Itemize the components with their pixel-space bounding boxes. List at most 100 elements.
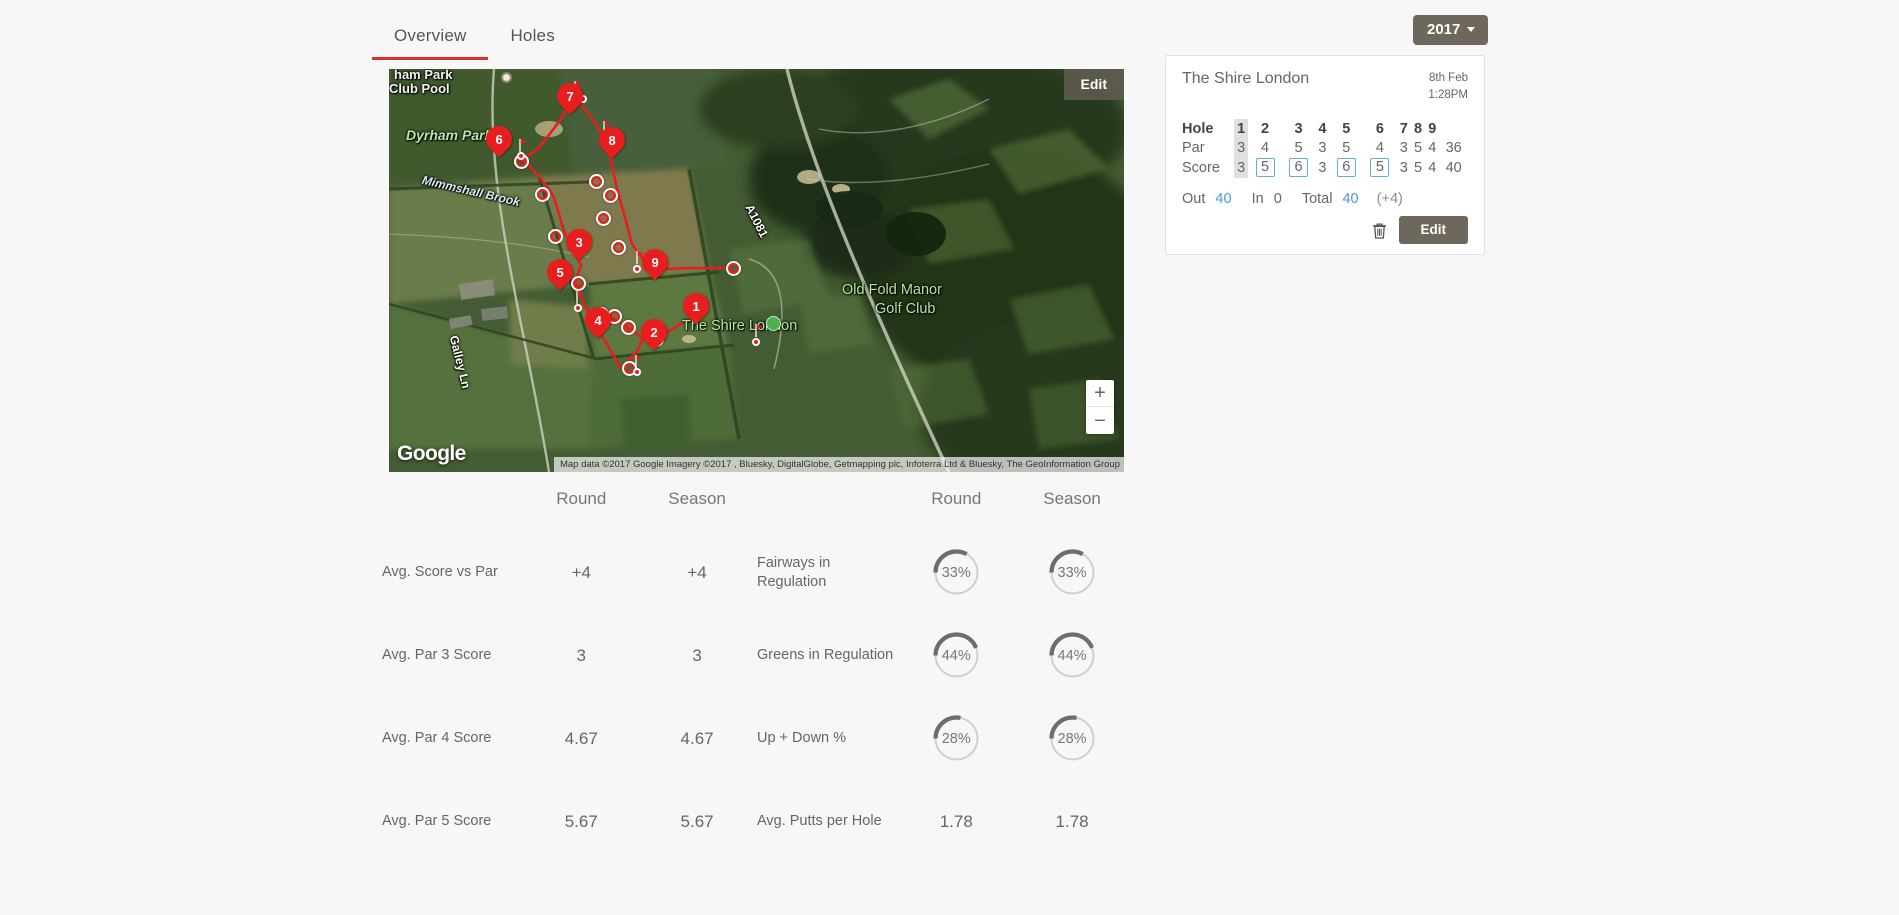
par-cell-4: 3 — [1318, 139, 1327, 156]
stat-label-up-and-down: Up + Down % — [756, 730, 847, 747]
hole-marker-label: 7 — [566, 88, 574, 104]
score-cell-6[interactable]: 5 — [1363, 157, 1397, 178]
out-label: Out — [1182, 191, 1206, 208]
hole-marker-label: 5 — [556, 264, 564, 280]
donut-chart: 28% — [933, 715, 980, 762]
stat-label-avg-par-4-score: Avg. Par 4 Score — [382, 730, 492, 747]
score-value: 5 — [1255, 158, 1275, 178]
stat-donut-up-down-round: 28% — [898, 697, 1014, 780]
scorecard-par-row: Par 3 4 5 3 5 4 3 5 4 36 — [1182, 138, 1468, 158]
hole-marker-label: 3 — [575, 234, 583, 250]
shot-marker[interactable] — [621, 320, 636, 335]
stats-header-season-left: Season — [668, 489, 726, 508]
scorecard-hole-label: Hole — [1182, 120, 1214, 137]
hole-header-9: 9 — [1428, 120, 1437, 137]
score-value: 6 — [1336, 158, 1356, 178]
map-zoom-controls: + − — [1086, 380, 1114, 434]
hole-header-total — [1439, 119, 1468, 138]
score-value: 5 — [1370, 158, 1390, 178]
score-cell-3[interactable]: 6 — [1282, 157, 1316, 178]
stats-header-season-right: Season — [1043, 489, 1101, 508]
shot-marker[interactable] — [726, 261, 741, 276]
score-value: 3 — [1399, 159, 1408, 176]
score-cell-2[interactable]: 5 — [1248, 157, 1282, 178]
stat-label-avg-par-3-score: Avg. Par 3 Score — [382, 647, 492, 664]
tab-holes[interactable]: Holes — [488, 22, 576, 60]
map-edit-label: Edit — [1080, 76, 1107, 92]
scorecard-date: 8th Feb — [1429, 72, 1468, 84]
vs-par-value: (+4) — [1376, 191, 1403, 208]
map-canvas[interactable]: ham Park Club Pool Dyrham Park Mimmshall… — [389, 69, 1124, 472]
map-edit-button[interactable]: Edit — [1063, 69, 1124, 100]
score-cell-9[interactable]: 4 — [1425, 157, 1439, 178]
map-attribution: Map data ©2017 Google Imagery ©2017 , Bl… — [553, 457, 1124, 472]
round-scorecard: The Shire London 8th Feb 1:28PM Hole 1 2… — [1165, 55, 1485, 255]
hole-marker-label: 6 — [495, 131, 503, 147]
stat-value-avg-par-4-season: 4.67 — [680, 728, 714, 748]
hole-header-3: 3 — [1294, 120, 1303, 137]
stats-header-row: Round Season Round Season — [380, 488, 1130, 531]
zoom-out-button[interactable]: − — [1086, 407, 1114, 434]
scorecard-time: 1:28PM — [1428, 88, 1468, 101]
donut-chart: 44% — [1048, 632, 1096, 679]
score-value: 6 — [1289, 158, 1309, 178]
stat-label-avg-score-vs-par: Avg. Score vs Par — [382, 564, 498, 581]
stats-header-blank-right — [755, 488, 898, 531]
stats-row: Avg. Par 3 Score 3 3 Greens in Regulatio… — [380, 614, 1130, 697]
year-selector[interactable]: 2017 — [1413, 15, 1489, 45]
shot-marker[interactable] — [571, 276, 586, 291]
in-value: 0 — [1273, 191, 1282, 208]
trash-icon[interactable] — [1372, 222, 1387, 239]
donut-label: 33% — [941, 564, 971, 581]
stat-label-greens-in-regulation: Greens in Regulation — [756, 647, 894, 664]
pin-dot[interactable] — [517, 152, 525, 160]
course-map[interactable]: ham Park Club Pool Dyrham Park Mimmshall… — [389, 69, 1124, 472]
shot-marker[interactable] — [535, 187, 550, 202]
shot-marker[interactable] — [611, 240, 626, 255]
stats-table: Round Season Round Season Avg. Score vs … — [380, 488, 1130, 863]
score-cell-7[interactable]: 3 — [1397, 157, 1411, 178]
score-cell-8[interactable]: 5 — [1411, 157, 1425, 178]
tab-overview[interactable]: Overview — [372, 22, 489, 60]
hole-marker-label: 2 — [650, 324, 658, 340]
stats-header-blank-left — [380, 488, 523, 531]
google-logo: Google — [397, 442, 466, 465]
pin-dot[interactable] — [633, 368, 641, 376]
donut-chart: 28% — [1048, 715, 1096, 762]
donut-chart: 33% — [1048, 549, 1096, 596]
shot-marker[interactable] — [589, 174, 604, 189]
hole-header-5: 5 — [1342, 120, 1351, 137]
score-value: 4 — [1428, 159, 1437, 176]
tab-bar: Overview Holes — [372, 22, 577, 60]
zoom-in-button[interactable]: + — [1086, 380, 1114, 407]
score-cell-4[interactable]: 3 — [1315, 157, 1329, 178]
in-label: In — [1251, 191, 1264, 208]
stat-value-avg-score-vs-par-season: +4 — [687, 562, 707, 582]
score-cell-1[interactable]: 3 — [1234, 157, 1249, 179]
pin-dot[interactable] — [574, 304, 582, 312]
page-root: 2017 Overview Holes ham Park Club Pool D… — [0, 0, 1899, 915]
donut-label: 44% — [941, 647, 971, 664]
pin-dot[interactable] — [633, 265, 641, 273]
shot-marker[interactable] — [603, 188, 618, 203]
score-value: 3 — [1237, 159, 1246, 176]
stats-panel: Round Season Round Season Avg. Score vs … — [380, 488, 1130, 863]
hole-marker-label: 9 — [651, 254, 659, 270]
shot-marker[interactable] — [596, 211, 611, 226]
stat-label-fairways-in-regulation: Fairways in Regulation — [756, 555, 831, 590]
stat-value-avg-par-3-season: 3 — [692, 645, 702, 665]
scorecard-table: Hole 1 2 3 4 5 6 7 8 9 Par 3 4 5 3 5 4 3… — [1182, 119, 1468, 179]
stat-value-avg-par-5-season: 5.67 — [680, 811, 714, 831]
scorecard-score-row: Score 3 5 6 3 6 5 3 5 4 40 — [1182, 157, 1468, 179]
par-cell-8: 5 — [1413, 139, 1423, 156]
hole-marker-label: 1 — [692, 298, 700, 314]
shot-marker[interactable] — [548, 229, 563, 244]
hole-header-7: 7 — [1399, 120, 1408, 137]
stat-value-avg-score-vs-par-round: +4 — [571, 562, 591, 582]
scorecard-hole-row: Hole 1 2 3 4 5 6 7 8 9 — [1182, 119, 1468, 139]
scorecard-totals: Out 40 In 0 Total 40 (+4) — [1182, 191, 1468, 207]
score-cell-5[interactable]: 6 — [1330, 157, 1364, 178]
scorecard-edit-button[interactable]: Edit — [1398, 216, 1468, 244]
par-cell-7: 3 — [1399, 139, 1408, 156]
pin-dot[interactable] — [752, 338, 760, 346]
